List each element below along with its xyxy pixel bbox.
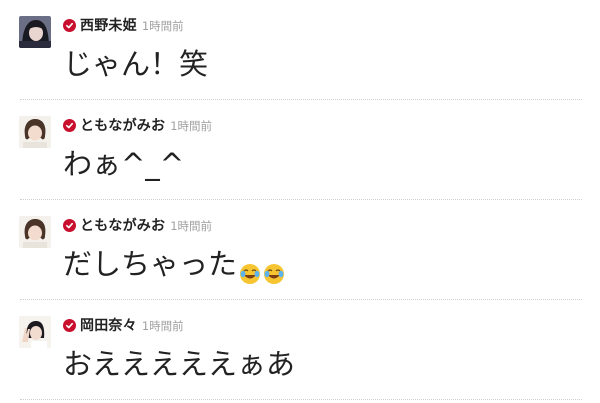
verified-check-icon <box>63 118 76 132</box>
avatar-dark-hair[interactable] <box>19 16 51 48</box>
comment-feed: 西野未姫 1時間前 じゃん！笑 ともながみお 1時間前 わぁ^_^ ともながみお… <box>0 0 600 403</box>
comment-item: 岡田奈々 1時間前 おえええええぁあ <box>0 300 600 400</box>
timestamp: 1時間前 <box>170 119 213 133</box>
author-name[interactable]: 西野未姫 <box>80 15 137 35</box>
verified-check-icon <box>63 318 76 332</box>
verified-check-icon <box>63 218 76 232</box>
author-name[interactable]: ともながみお <box>80 115 165 135</box>
timestamp: 1時間前 <box>141 19 184 33</box>
comment-header: 西野未姫 1時間前 <box>63 14 184 36</box>
comment-item: 西野未姫 1時間前 じゃん！笑 <box>0 0 600 100</box>
face-with-tears-of-joy-icon <box>239 255 261 284</box>
comment-text-content: おえええええぁあ <box>63 347 296 381</box>
comment-item: ともながみお 1時間前 わぁ^_^ <box>0 100 600 200</box>
comment-text: おえええええぁあ <box>63 344 295 384</box>
timestamp: 1時間前 <box>170 219 213 233</box>
face-with-tears-of-joy-icon <box>263 255 285 284</box>
comment-header: ともながみお 1時間前 <box>63 214 212 236</box>
comment-header: 岡田奈々 1時間前 <box>63 314 184 336</box>
avatar-peace-sign[interactable] <box>19 316 51 348</box>
timestamp: 1時間前 <box>141 319 184 333</box>
author-name[interactable]: 岡田奈々 <box>80 315 137 335</box>
avatar-bob-hair[interactable] <box>19 216 51 248</box>
avatar-bob-hair[interactable] <box>19 116 51 148</box>
author-name[interactable]: ともながみお <box>80 215 165 235</box>
comment-text-content: わぁ^_^ <box>63 147 185 181</box>
comment-text-content: じゃん！笑 <box>63 47 209 81</box>
comment-header: ともながみお 1時間前 <box>63 114 212 136</box>
comment-item: ともながみお 1時間前 だしちゃった <box>0 200 600 300</box>
verified-check-icon <box>63 18 76 32</box>
comment-text-content: だしちゃった <box>63 247 238 281</box>
comment-text: わぁ^_^ <box>63 144 184 184</box>
comment-text: じゃん！笑 <box>63 44 208 84</box>
comment-text: だしちゃった <box>63 244 285 284</box>
